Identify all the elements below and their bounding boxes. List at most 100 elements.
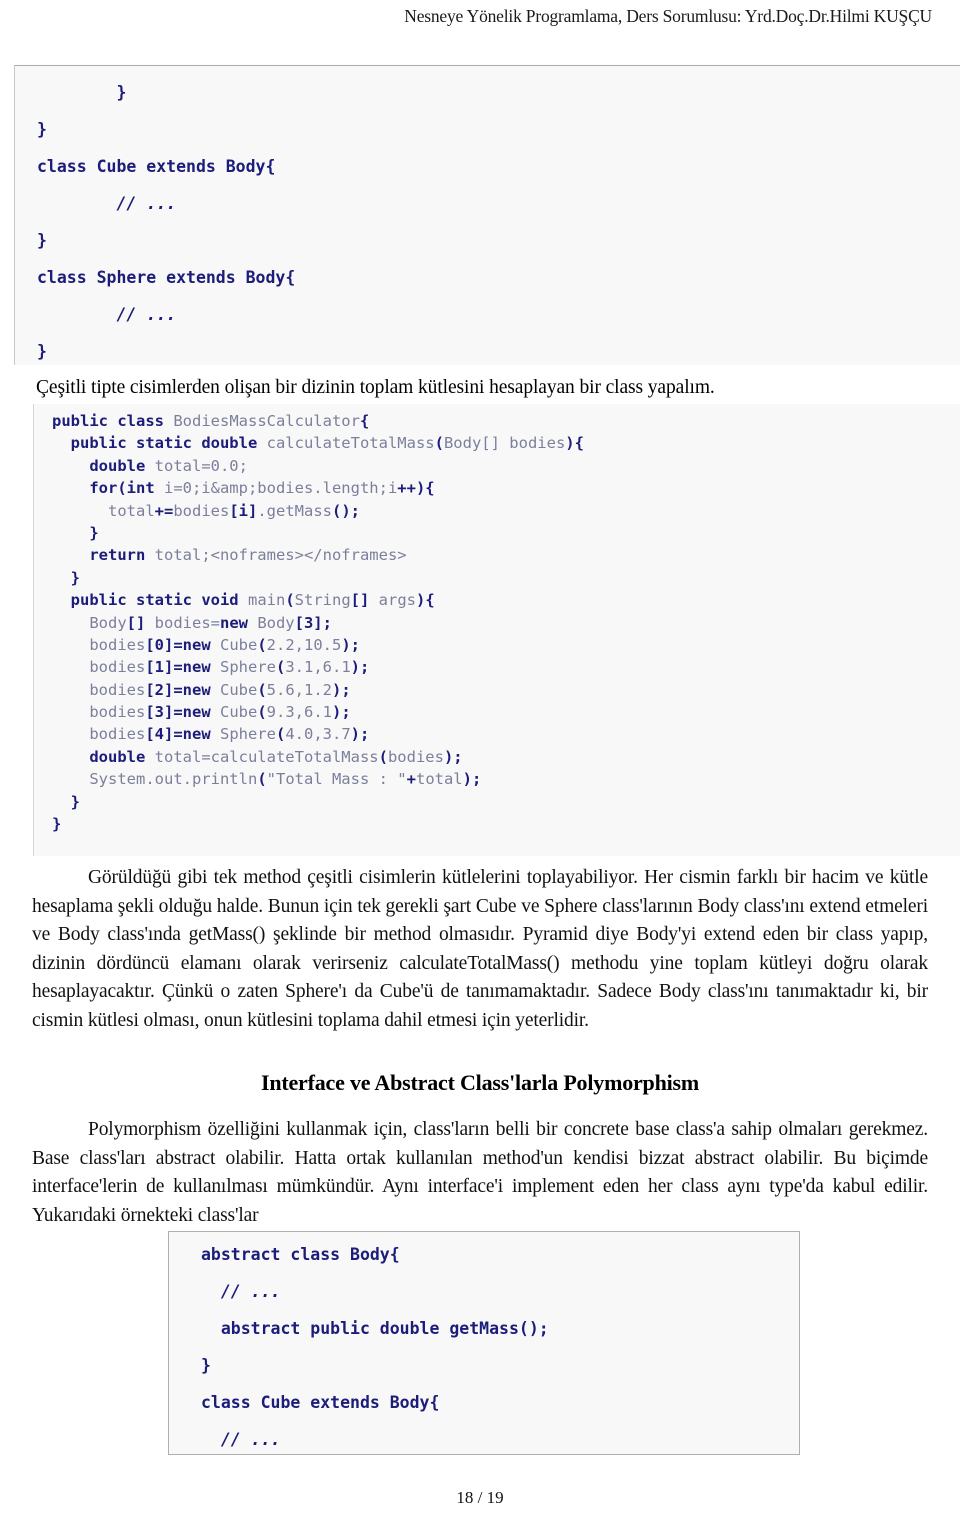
code-token: new bbox=[182, 703, 220, 722]
code-line: abstract public double getMass(); bbox=[201, 1318, 799, 1355]
code-token: new bbox=[219, 613, 258, 632]
code-token: abstract class Body{ bbox=[201, 1245, 400, 1264]
code-token: args bbox=[378, 591, 416, 610]
code-token: BodiesMassCalculator bbox=[173, 412, 360, 430]
code-token: .getMass bbox=[257, 501, 332, 520]
paragraph-interface-abstract-intro: Polymorphism özelliğini kullanmak için, … bbox=[32, 1116, 928, 1230]
code-token: 4.0,3.7 bbox=[285, 725, 351, 744]
code-token: bodies bbox=[89, 635, 146, 654]
code-line: } bbox=[37, 230, 960, 267]
code-token: bodies bbox=[89, 680, 146, 699]
code-token: ( bbox=[285, 591, 295, 610]
code-token: += bbox=[154, 501, 174, 520]
paragraph-1-text: Görüldüğü gibi tek method çeşitli cisiml… bbox=[32, 867, 928, 1031]
code-token: for(int bbox=[89, 479, 164, 498]
code-token: ); bbox=[350, 658, 370, 677]
code-token: bodies bbox=[89, 703, 146, 722]
code-token: // ... bbox=[116, 305, 177, 324]
code-token: ++){ bbox=[397, 479, 435, 498]
code-token: ){ bbox=[565, 434, 584, 453]
code-line: total+=bodies[i].getMass(); bbox=[52, 500, 960, 522]
code-line: double total=calculateTotalMass(bodies); bbox=[52, 746, 960, 768]
code-token: (); bbox=[332, 501, 360, 520]
code-token: [] bbox=[350, 591, 379, 610]
code-block-classes-cube-sphere: }} class Cube extends Body{ // ...} class … bbox=[14, 65, 960, 365]
code-token: } bbox=[37, 231, 47, 250]
code-line: } bbox=[52, 791, 960, 813]
code-token: class Cube extends Body{ bbox=[201, 1393, 440, 1412]
code-token: ( bbox=[378, 747, 388, 766]
page-number-footer: 18 / 19 bbox=[456, 1488, 504, 1507]
code-token: bodies bbox=[173, 501, 230, 520]
code-token: "Total Mass : " bbox=[266, 770, 407, 789]
code-token: [0]= bbox=[145, 635, 183, 654]
code-token: // ... bbox=[220, 1282, 281, 1301]
code-block-abstract-body: abstract class Body{ // ... abstract pub… bbox=[168, 1231, 800, 1455]
paragraph-polymorphism-explanation: Görüldüğü gibi tek method çeşitli cisiml… bbox=[32, 864, 928, 1035]
code-block-bodies-mass-calculator: public class BodiesMassCalculator{ publi… bbox=[33, 404, 960, 856]
code-token: [1]= bbox=[145, 658, 183, 677]
code-line: bodies[4]=new Sphere(4.0,3.7); bbox=[52, 723, 960, 745]
code-token: [3]= bbox=[145, 703, 183, 722]
code-line: System.out.println("Total Mass : "+total… bbox=[52, 768, 960, 790]
code-line: // ... bbox=[201, 1429, 799, 1454]
code-line: } bbox=[37, 341, 960, 365]
code-token: main bbox=[247, 591, 286, 610]
section-heading-interface-abstract: Interface ve Abstract Class'larla Polymo… bbox=[260, 1070, 700, 1095]
code-token: total=0.0; bbox=[154, 456, 248, 475]
code-line: bodies[3]=new Cube(9.3,6.1); bbox=[52, 701, 960, 723]
code-line: } bbox=[37, 119, 960, 156]
code-token: class Sphere extends Body{ bbox=[37, 268, 296, 287]
code-token: 5.6,1.2 bbox=[266, 680, 332, 699]
code-token: calculateTotalMass bbox=[266, 434, 435, 453]
code-line: return total;<noframes></noframes> bbox=[52, 544, 960, 566]
code-token: public static double bbox=[70, 434, 267, 453]
code-line: bodies[0]=new Cube(2.2,10.5); bbox=[52, 634, 960, 656]
code-token: return bbox=[89, 546, 155, 565]
code-line: class Cube extends Body{ bbox=[201, 1392, 799, 1429]
code-token: ); bbox=[443, 747, 463, 766]
code-line: } bbox=[52, 567, 960, 589]
lead-sentence: Çeşitli tipte cisimlerden olişan bir diz… bbox=[36, 377, 715, 398]
code-token: total bbox=[415, 770, 463, 789]
code-line: class Sphere extends Body{ bbox=[37, 267, 960, 304]
code-line: bodies[2]=new Cube(5.6,1.2); bbox=[52, 679, 960, 701]
code-token: } bbox=[37, 83, 127, 102]
code-token: new bbox=[182, 658, 220, 677]
code-token: + bbox=[406, 770, 416, 789]
code-token: ); bbox=[462, 770, 482, 789]
code-token: new bbox=[182, 635, 220, 654]
code-token: Body bbox=[257, 613, 295, 632]
code-token: total=calculateTotalMass bbox=[154, 747, 379, 766]
code-line: double total=0.0; bbox=[52, 455, 960, 477]
code-token: i=0;i&amp;bodies.length;i bbox=[163, 479, 398, 498]
code-line: public static double calculateTotalMass(… bbox=[52, 432, 960, 454]
code-token: total bbox=[108, 501, 155, 520]
code-line: Body[] bodies=new Body[3]; bbox=[52, 612, 960, 634]
code-token: ( bbox=[257, 635, 267, 654]
paragraph-2-text: Polymorphism özelliğini kullanmak için, … bbox=[32, 1119, 928, 1226]
code-token: ( bbox=[434, 434, 444, 453]
code-line: } bbox=[52, 813, 960, 835]
code-line: abstract class Body{ bbox=[201, 1244, 799, 1281]
code-token: bodies bbox=[89, 658, 146, 677]
code-token: System.out.println bbox=[89, 770, 258, 789]
code-line: } bbox=[52, 522, 960, 544]
code-token: new bbox=[182, 680, 220, 699]
code-token: ( bbox=[257, 703, 267, 722]
code-token: Cube bbox=[219, 635, 258, 654]
code-token: bodies bbox=[89, 725, 146, 744]
